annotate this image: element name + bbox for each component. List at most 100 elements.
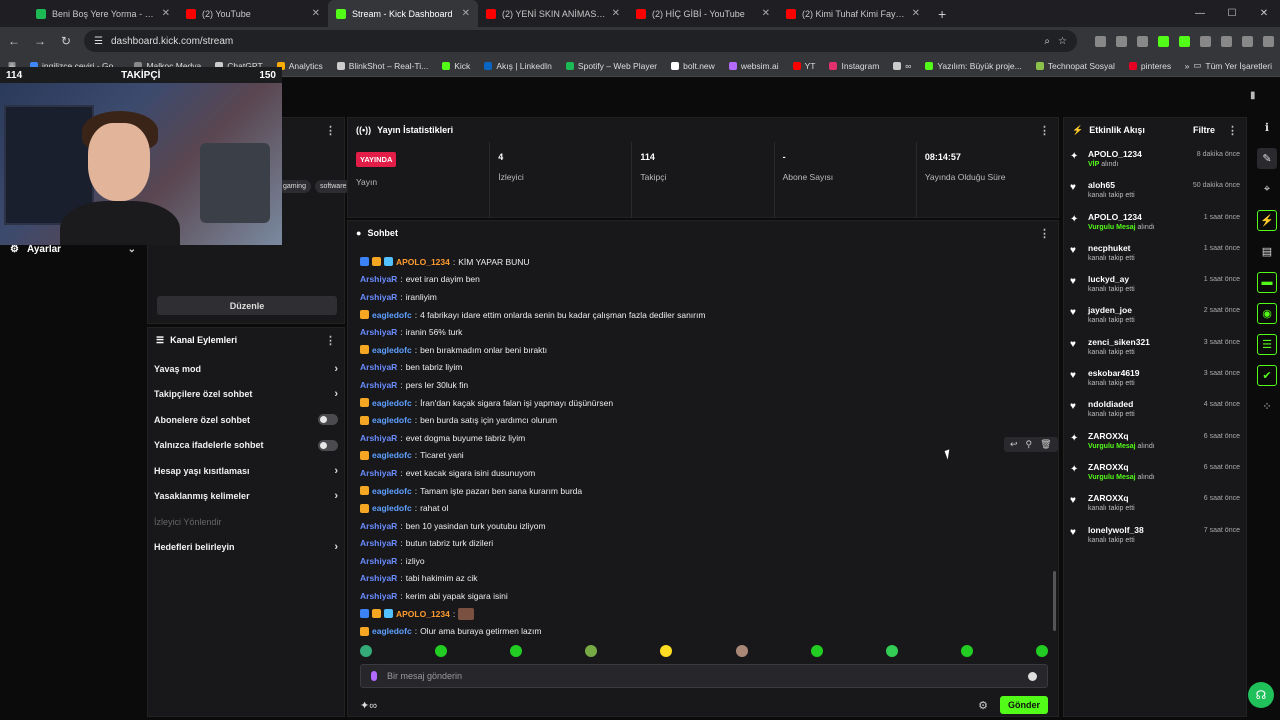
- chat-username[interactable]: ArshiyaR: [360, 274, 397, 284]
- emote-icon[interactable]: [1035, 645, 1048, 657]
- more-options-icon[interactable]: ⋮: [325, 334, 336, 347]
- tab-0[interactable]: Beni Boş Yere Yorma - müzik ve ✕: [28, 0, 178, 27]
- bookmark-item[interactable]: Instagram: [829, 61, 879, 71]
- chat-message[interactable]: ArshiyaR: tabi hakimim az cik: [360, 570, 1040, 588]
- close-tab-icon[interactable]: ✕: [162, 8, 170, 19]
- emoji-icon[interactable]: [1028, 671, 1037, 681]
- chat-message[interactable]: ArshiyaR: kerim abi yapak sigara isini: [360, 587, 1040, 605]
- extension-icon[interactable]: [1179, 35, 1190, 47]
- signal-icon[interactable]: ◉: [1257, 302, 1277, 324]
- close-tab-icon[interactable]: ✕: [312, 8, 320, 19]
- chat-message[interactable]: ArshiyaR: evet dogma buyume tabriz liyim: [360, 429, 1040, 447]
- layers-icon[interactable]: ☰: [1257, 333, 1277, 355]
- chat-username[interactable]: ArshiyaR: [360, 591, 397, 601]
- back-icon[interactable]: ←: [6, 34, 22, 48]
- extension-icon[interactable]: [1158, 35, 1169, 47]
- channel-action-item[interactable]: Yalnızca ifadelerle sohbet: [148, 433, 344, 459]
- info-icon[interactable]: ℹ: [1257, 117, 1277, 138]
- chat-message[interactable]: eagledofc: Olur ama buraya getirmen lazım: [360, 622, 1040, 640]
- channel-action-item[interactable]: Takipçilere özel sohbet ›: [148, 382, 344, 408]
- minimize-icon[interactable]: —: [1184, 0, 1216, 27]
- infinity-icon[interactable]: ✦∞: [360, 699, 377, 712]
- tag-chip[interactable]: gaming: [278, 180, 311, 193]
- reload-icon[interactable]: ↻: [58, 34, 74, 48]
- activity-event[interactable]: ♥ ZAROXXq kanalı takip etti 6 saat önce: [1064, 490, 1246, 521]
- all-bookmarks[interactable]: » ▭ Tüm Yer İşaretleri: [1185, 60, 1272, 71]
- chat-message[interactable]: eagledofc: İran'dan kaçak sigara falan iş…: [360, 394, 1040, 412]
- settings-menu[interactable]: ⚙ Ayarlar ⌄: [10, 244, 136, 255]
- site-info-icon[interactable]: ☰: [94, 36, 103, 47]
- star-icon[interactable]: ☆: [1058, 36, 1067, 47]
- chat-message[interactable]: ArshiyaR: butun tabriz turk dizileri: [360, 535, 1040, 553]
- tab-4[interactable]: (2) HİÇ GİBİ - YouTube ✕: [628, 0, 778, 27]
- chat-username[interactable]: eagledofc: [372, 345, 412, 355]
- bookmark-item[interactable]: websim.ai: [728, 61, 779, 71]
- chat-username[interactable]: ArshiyaR: [360, 327, 397, 337]
- chat-message[interactable]: ArshiyaR: ben 10 yasindan turk youtubu iz…: [360, 517, 1040, 535]
- emote-icon[interactable]: [960, 645, 973, 657]
- more-options-icon[interactable]: ⋮: [325, 124, 336, 137]
- activity-event[interactable]: ♥ ndoldiaded kanalı takip etti 4 saat önce: [1064, 396, 1246, 427]
- channel-action-item[interactable]: Yasaklanmış kelimeler ›: [148, 484, 344, 510]
- chat-username[interactable]: eagledofc: [372, 310, 412, 320]
- chat-username[interactable]: eagledofc: [372, 503, 412, 513]
- emote-icon[interactable]: [510, 645, 523, 657]
- activity-event[interactable]: ♥ necphuket kanalı takip etti 1 saat önce: [1064, 240, 1246, 271]
- bookmark-item[interactable]: Yazılım: Büyük proje...: [925, 61, 1022, 71]
- bookmark-item[interactable]: Akış | LinkedIn: [484, 61, 552, 71]
- activity-event[interactable]: ♥ jayden_joe kanalı takip etti 2 saat önce: [1064, 302, 1246, 333]
- channel-action-item[interactable]: Yavaş mod ›: [148, 356, 344, 382]
- gear-icon[interactable]: ⚙: [978, 699, 988, 712]
- activity-event[interactable]: ♥ eskobar4619 kanalı takip etti 3 saat önce: [1064, 365, 1246, 396]
- chevron-right-icon[interactable]: »: [1185, 61, 1190, 71]
- emote-icon[interactable]: [735, 645, 748, 657]
- chat-message[interactable]: eagledofc:4 fabrikayı idare ettim onlard…: [360, 306, 1040, 324]
- toggle-switch[interactable]: [318, 439, 338, 451]
- toggle-switch[interactable]: [318, 414, 338, 426]
- activity-event[interactable]: ✦ ZAROXXq Vurgulu Mesaj alındı 6 saat önce: [1064, 459, 1246, 490]
- support-chat-button[interactable]: ☊: [1248, 682, 1274, 708]
- more-options-icon[interactable]: ⋮: [1227, 124, 1238, 137]
- bookmark-item[interactable]: Spotify – Web Player: [565, 61, 657, 71]
- channel-action-item[interactable]: Hedefleri belirleyin ›: [148, 535, 344, 561]
- bookmark-item[interactable]: YT: [792, 61, 815, 71]
- emote-icon[interactable]: [810, 645, 823, 657]
- document-icon[interactable]: ▤: [1257, 241, 1277, 262]
- chat-username[interactable]: ArshiyaR: [360, 521, 397, 531]
- chat-username[interactable]: ArshiyaR: [360, 538, 397, 548]
- activity-event[interactable]: ✦ APOLO_1234 Vurgulu Mesaj alındı 1 saat ön…: [1064, 209, 1246, 240]
- close-window-icon[interactable]: ✕: [1248, 0, 1280, 27]
- chat-username[interactable]: ArshiyaR: [360, 380, 397, 390]
- chat-message[interactable]: ArshiyaR: iranliyim: [360, 288, 1040, 306]
- more-options-icon[interactable]: ⋮: [1039, 124, 1050, 137]
- tab-2[interactable]: Stream - Kick Dashboard ✕: [328, 0, 478, 27]
- forward-icon[interactable]: →: [32, 34, 48, 48]
- bookmark-icon[interactable]: ▮: [1250, 90, 1256, 101]
- close-tab-icon[interactable]: ✕: [612, 8, 620, 19]
- extension-icon[interactable]: [1200, 35, 1211, 47]
- chat-username[interactable]: eagledofc: [372, 486, 412, 496]
- maximize-icon[interactable]: ☐: [1216, 0, 1248, 27]
- crosshair-icon[interactable]: ⌖: [1257, 179, 1277, 200]
- chat-username[interactable]: ArshiyaR: [360, 292, 397, 302]
- chat-username[interactable]: APOLO_1234: [396, 257, 450, 267]
- chat-username[interactable]: ArshiyaR: [360, 468, 397, 478]
- reply-icon[interactable]: ↩: [1010, 439, 1018, 450]
- filter-button[interactable]: Filtre: [1193, 125, 1215, 135]
- chat-username[interactable]: ArshiyaR: [360, 362, 397, 372]
- emote-icon[interactable]: [435, 645, 448, 657]
- extension-icon[interactable]: [1137, 35, 1148, 47]
- activity-event[interactable]: ✦ APOLO_1234 VİP alındı 8 dakika önce: [1064, 146, 1246, 177]
- tab-1[interactable]: (2) YouTube ✕: [178, 0, 328, 27]
- chat-scrollbar[interactable]: [1053, 571, 1056, 631]
- close-tab-icon[interactable]: ✕: [462, 8, 470, 19]
- bookmark-item[interactable]: pinterest: [1128, 61, 1171, 71]
- bookmark-item[interactable]: BlinkShot – Real-Ti...: [336, 61, 428, 71]
- chat-username[interactable]: eagledofc: [372, 398, 412, 408]
- close-tab-icon[interactable]: ✕: [762, 8, 770, 19]
- activity-event[interactable]: ♥ lonelywolf_38 kanalı takip etti 7 saat ön…: [1064, 522, 1246, 553]
- chat-username[interactable]: ArshiyaR: [360, 433, 397, 443]
- chat-message[interactable]: ArshiyaR: izliyo: [360, 552, 1040, 570]
- chat-message[interactable]: eagledofc: Ticaret yani: [360, 447, 1040, 465]
- more-options-icon[interactable]: ⋮: [1039, 227, 1050, 240]
